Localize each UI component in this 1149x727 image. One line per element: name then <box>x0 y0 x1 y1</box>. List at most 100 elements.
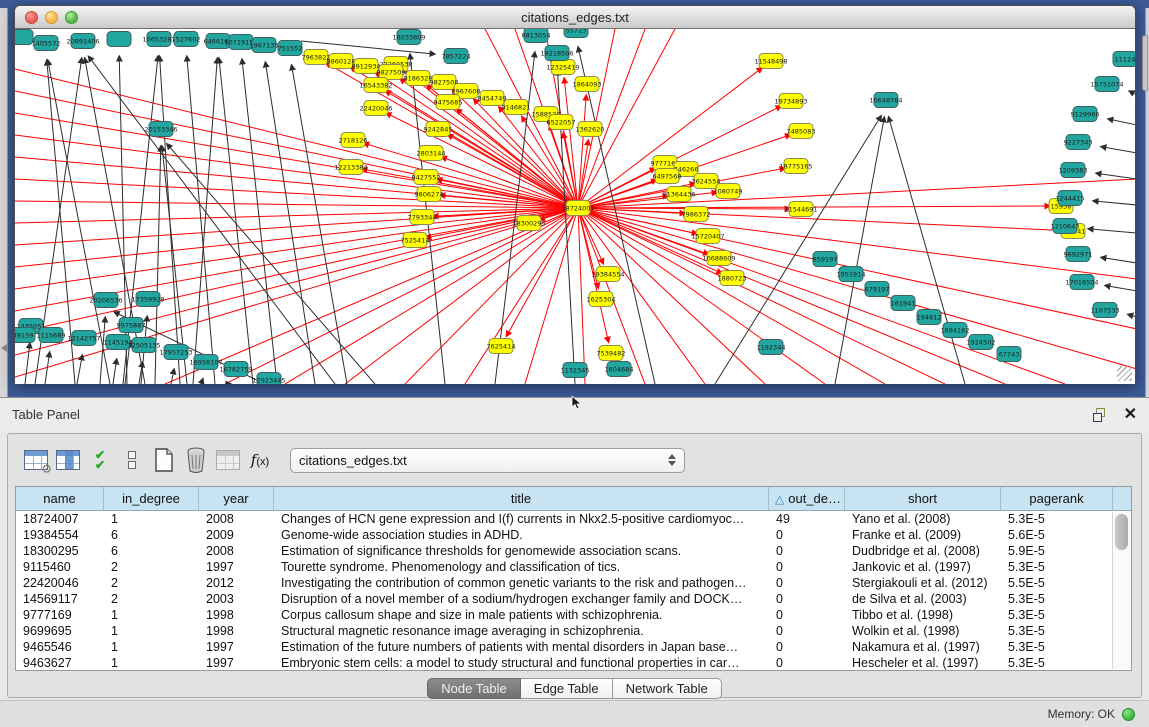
graph-node[interactable]: 18724007 <box>561 201 594 216</box>
table-row[interactable]: 969969511998Structural magnetic resonanc… <box>16 623 1131 639</box>
column-header-out_de[interactable]: △out_de… <box>769 487 845 510</box>
table-settings-icon[interactable]: ⚙ <box>20 445 52 475</box>
zoom-window-button[interactable] <box>65 11 78 24</box>
graph-node[interactable]: 11544691 <box>784 202 817 217</box>
graph-node[interactable]: 1604684 <box>605 362 634 377</box>
table-row[interactable]: 1872400712008Changes of HCN gene express… <box>16 511 1131 527</box>
graph-node[interactable]: 7857224 <box>442 49 471 64</box>
column-header-short[interactable]: short <box>845 487 1001 510</box>
window-resize-grip[interactable] <box>1117 366 1132 381</box>
graph-node[interactable]: 18300295 <box>512 216 545 231</box>
table-row[interactable]: 1830029562008Estimation of significance … <box>16 543 1131 559</box>
float-panel-icon[interactable] <box>1092 407 1108 423</box>
close-panel-icon[interactable]: ✕ <box>1124 407 1137 423</box>
tab-network-table[interactable]: Network Table <box>613 678 722 699</box>
graph-node[interactable]: 1244415 <box>1056 191 1085 206</box>
graph-node[interactable]: 19218506 <box>540 46 573 61</box>
graph-node[interactable]: 194612 <box>917 310 942 325</box>
graph-node[interactable]: 1924502 <box>967 335 996 350</box>
table-row[interactable]: 911546021997Tourette syndrome. Phenomeno… <box>16 559 1131 575</box>
graph-node[interactable]: 9806274 <box>415 187 444 202</box>
graph-node[interactable]: 1115689 <box>37 328 66 343</box>
graph-node[interactable]: 7525414 <box>401 233 430 248</box>
graph-node[interactable]: 19384554 <box>591 267 624 282</box>
table-row[interactable]: 1456911722003Disruption of a novel membe… <box>16 591 1131 607</box>
new-table-icon[interactable] <box>148 445 180 475</box>
graph-node[interactable]: 1527602 <box>172 32 201 47</box>
column-header-in_degree[interactable]: in_degree <box>104 487 199 510</box>
graph-node[interactable]: 9146821 <box>502 100 531 115</box>
graph-node[interactable]: 1362620 <box>576 122 605 137</box>
graph-node[interactable]: 22420046 <box>359 101 392 116</box>
graph-node[interactable]: 7539482 <box>597 346 626 361</box>
graph-node[interactable]: 9227343 <box>1064 135 1093 150</box>
graph-node[interactable]: 16543382 <box>359 78 392 93</box>
graph-node[interactable]: 8427552 <box>412 170 441 185</box>
delete-table-icon[interactable] <box>180 445 212 475</box>
graph-node[interactable]: 1209383 <box>1059 163 1088 178</box>
column-header-year[interactable]: year <box>199 487 274 510</box>
graph-node[interactable]: 12142757 <box>67 331 100 346</box>
graph-node[interactable]: 8186328 <box>404 71 433 86</box>
graph-node[interactable]: 15720407 <box>691 229 724 244</box>
graph-node[interactable]: 16958107 <box>189 355 222 370</box>
graph-node[interactable]: 9692971 <box>1064 247 1093 262</box>
graph-node[interactable]: 8813054 <box>522 29 551 43</box>
graph-node[interactable]: 7625414 <box>487 339 516 354</box>
graph-node[interactable]: 1192344 <box>757 340 786 355</box>
graph-node[interactable]: 1694162 <box>941 323 970 338</box>
table-row[interactable]: 1938455462009Genome-wide association stu… <box>16 527 1131 543</box>
graph-node[interactable]: 2803144 <box>417 146 446 161</box>
graph-node[interactable]: 21364436 <box>662 187 695 202</box>
graph-node[interactable]: 2718126 <box>339 133 368 148</box>
graph-node[interactable]: 11124 <box>1113 52 1135 67</box>
graph-node[interactable]: 10648784 <box>869 93 902 108</box>
graph-node[interactable]: 20153346 <box>144 122 177 137</box>
table-row[interactable]: 946554611997Estimation of the future num… <box>16 639 1131 655</box>
table-row[interactable]: 946362711997Embryonic stem cells: a mode… <box>16 655 1131 670</box>
graph-node[interactable]: 1880723 <box>718 271 747 286</box>
graph-node[interactable]: 12325419 <box>546 60 579 75</box>
graph-node[interactable]: 18775165 <box>779 159 812 174</box>
graph-node[interactable]: 1625304 <box>587 292 616 307</box>
graph-node[interactable]: 9129966 <box>1071 107 1100 122</box>
graph-node[interactable] <box>15 30 33 45</box>
graph-node[interactable]: 20891406 <box>66 34 99 49</box>
graph-node[interactable]: 17016504 <box>1065 275 1098 290</box>
unselect-all-icon[interactable] <box>116 445 148 475</box>
column-header-title[interactable]: title <box>274 487 769 510</box>
tab-node-table[interactable]: Node Table <box>427 678 521 699</box>
graph-node[interactable]: 39159 <box>15 328 35 343</box>
graph-node[interactable]: 9242845 <box>424 122 453 137</box>
collapsed-panel-tab[interactable] <box>1142 35 1148 91</box>
graph-node[interactable]: 6522057 <box>547 115 576 130</box>
graph-node[interactable]: 6497568 <box>653 169 682 184</box>
graph-node[interactable]: 7986372 <box>682 207 711 222</box>
graph-node[interactable]: 1864093 <box>573 77 602 92</box>
minimize-window-button[interactable] <box>45 11 58 24</box>
function-builder-icon[interactable]: f(x) <box>244 445 276 475</box>
graph-node[interactable]: 9475685 <box>434 95 463 110</box>
select-all-icon[interactable]: ✔✔ <box>84 445 116 475</box>
graph-node[interactable]: 55723 <box>564 29 588 38</box>
graph-node[interactable]: 7793344 <box>408 210 437 225</box>
graph-node[interactable]: 12213384 <box>334 160 367 175</box>
graph-node[interactable]: 859197 <box>813 252 838 267</box>
close-window-button[interactable] <box>25 11 38 24</box>
network-graph[interactable]: 1872400779638228860128891293422260538982… <box>15 29 1135 384</box>
show-columns-icon[interactable] <box>52 445 84 475</box>
graph-node[interactable]: 751552 <box>278 41 303 56</box>
graph-node[interactable]: 679197 <box>865 282 890 297</box>
graph-node[interactable]: 10688609 <box>702 251 735 266</box>
graph-node[interactable]: 67743 <box>997 347 1021 362</box>
graph-node[interactable]: 11548498 <box>754 54 787 69</box>
graph-node[interactable]: 17359928 <box>131 292 164 307</box>
graph-node[interactable]: 161941 <box>891 296 916 311</box>
graph-node[interactable]: 15751074 <box>1090 77 1123 92</box>
column-header-pagerank[interactable]: pagerank <box>1001 487 1113 510</box>
graph-node[interactable]: 17957253 <box>159 345 192 360</box>
graph-node[interactable]: 7485083 <box>787 124 816 139</box>
table-row[interactable]: 2242004622012Investigating the contribut… <box>16 575 1131 591</box>
column-header-name[interactable]: name <box>16 487 104 510</box>
graph-node[interactable]: 12505135 <box>127 338 160 353</box>
